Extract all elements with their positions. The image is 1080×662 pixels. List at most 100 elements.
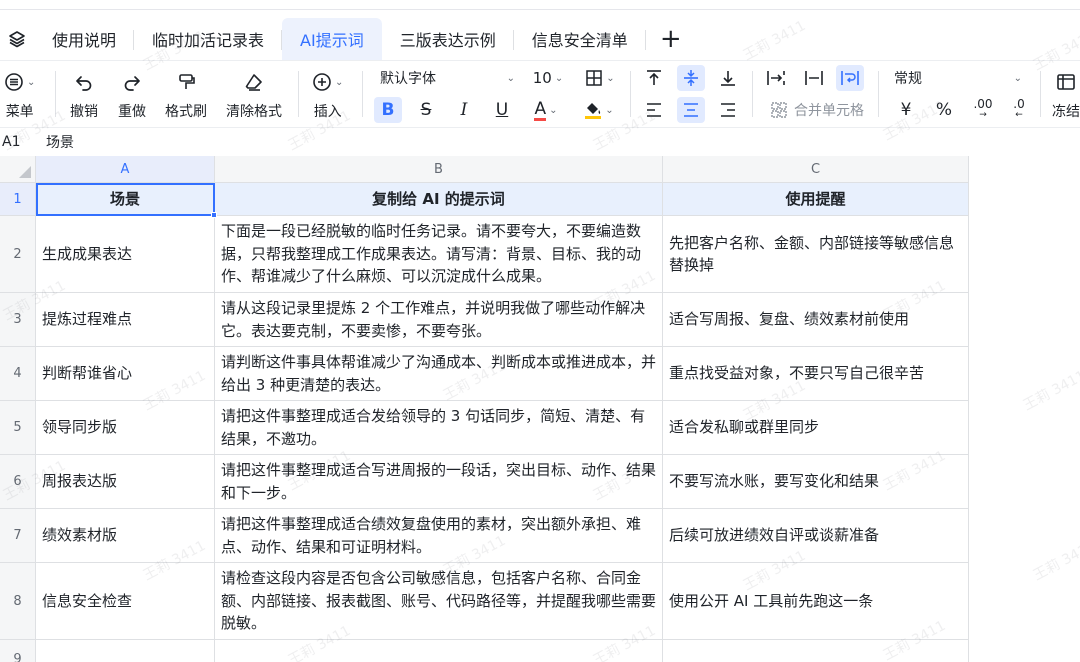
font-color-button[interactable]: A ⌄ xyxy=(526,97,566,123)
reminder-cell[interactable]: 使用公开 AI 工具前先跑这一条 xyxy=(663,563,969,640)
merge-cells-icon xyxy=(771,102,787,118)
row-header[interactable]: 2 xyxy=(0,216,36,293)
text-wrap-button[interactable] xyxy=(836,65,864,91)
header-cell[interactable]: 场景 xyxy=(36,183,215,216)
row-header[interactable]: 6 xyxy=(0,455,36,509)
text-overflow-button[interactable] xyxy=(764,65,788,91)
reminder-cell[interactable]: 先把客户名称、金额、内部链接等敏感信息替换掉 xyxy=(663,216,969,293)
scenario-cell[interactable]: 领导同步版 xyxy=(36,401,215,455)
column-header-a[interactable]: A xyxy=(36,156,215,183)
prompt-cell[interactable]: 请把这件事整理成适合绩效复盘使用的素材，突出额外承担、难点、动作、结果和可证明材… xyxy=(215,509,663,563)
chevron-down-icon: ⌄ xyxy=(335,76,344,88)
align-left-button[interactable] xyxy=(642,97,666,123)
align-top-button[interactable] xyxy=(642,65,666,91)
reminder-cell[interactable]: 后续可放进绩效自评或谈薪准备 xyxy=(663,509,969,563)
menu-label: 菜单 xyxy=(5,104,34,120)
bold-button[interactable]: B xyxy=(374,97,402,123)
prompt-cell[interactable]: 请把这件事整理成适合发给领导的 3 句话同步，简短、清楚、有结果，不邀功。 xyxy=(215,401,663,455)
add-sheet-button[interactable]: + xyxy=(646,18,696,60)
clear-format-label: 清除格式 xyxy=(226,104,282,120)
row-header[interactable]: 5 xyxy=(0,401,36,455)
freeze-button[interactable]: 冻结 xyxy=(1052,69,1080,121)
strikethrough-button[interactable]: S xyxy=(412,97,440,123)
text-overflow-icon xyxy=(767,71,785,85)
border-grid-icon xyxy=(586,70,603,86)
decrease-decimal-button[interactable]: .0 ← xyxy=(1006,97,1032,123)
reminder-cell[interactable]: 适合写周报、复盘、绩效素材前使用 xyxy=(663,293,969,347)
text-clip-button[interactable] xyxy=(802,65,826,91)
clear-format-button[interactable]: 清除格式 xyxy=(226,69,282,121)
scenario-cell[interactable] xyxy=(36,640,215,662)
font-size-select[interactable]: 10 ⌄ xyxy=(528,65,568,91)
reminder-cell[interactable]: 不要写流水账，要写变化和结果 xyxy=(663,455,969,509)
freeze-label: 冻结 xyxy=(1052,104,1080,120)
fill-handle[interactable] xyxy=(211,212,217,218)
select-all-corner[interactable] xyxy=(0,156,36,183)
prompt-cell[interactable]: 请从这段记录里提炼 2 个工作难点，并说明我做了哪些动作解决它。表达要克制，不要… xyxy=(215,293,663,347)
chevron-down-icon: ⌄ xyxy=(27,76,36,88)
row-header[interactable]: 9 xyxy=(0,640,36,662)
align-bottom-button[interactable] xyxy=(716,65,740,91)
scenario-cell[interactable]: 信息安全检查 xyxy=(36,563,215,640)
prompt-cell[interactable]: 请检查这段内容是否包含公司敏感信息，包括客户名称、合同金额、内部链接、报表截图、… xyxy=(215,563,663,640)
cell-reference-box[interactable]: A1 xyxy=(0,134,36,150)
freeze-pane-icon xyxy=(1057,74,1075,90)
header-cell[interactable]: 使用提醒 xyxy=(663,183,969,216)
row-header[interactable]: 3 xyxy=(0,293,36,347)
reminder-cell[interactable] xyxy=(663,640,969,662)
row-header[interactable]: 8 xyxy=(0,563,36,640)
row-header[interactable]: 7 xyxy=(0,509,36,563)
align-center-button[interactable] xyxy=(677,97,705,123)
scenario-cell[interactable]: 判断帮谁省心 xyxy=(36,347,215,401)
sheet-list-button[interactable] xyxy=(0,18,34,60)
tab-ai-prompts[interactable]: AI提示词 xyxy=(282,18,382,60)
reminder-cell[interactable]: 适合发私聊或群里同步 xyxy=(663,401,969,455)
tab-label: AI提示词 xyxy=(300,31,364,50)
currency-button[interactable]: ¥ xyxy=(894,97,918,123)
align-middle-button[interactable] xyxy=(677,65,705,91)
prompt-cell[interactable]: 请把这件事整理成适合写进周报的一段话，突出目标、动作、结果和下一步。 xyxy=(215,455,663,509)
font-family-select[interactable]: 默认字体 ⌄ xyxy=(380,65,515,91)
reminder-cell[interactable]: 重点找受益对象，不要只写自己很辛苦 xyxy=(663,347,969,401)
tab-three-versions[interactable]: 三版表达示例 xyxy=(382,18,514,60)
merge-cells-label: 合并单元格 xyxy=(794,103,864,119)
increase-decimal-button[interactable]: .00 → xyxy=(968,97,998,123)
row-header[interactable]: 4 xyxy=(0,347,36,401)
header-cell[interactable]: 复制给 AI 的提示词 xyxy=(215,183,663,216)
prompt-cell[interactable] xyxy=(215,640,663,662)
undo-button[interactable]: 撤销 xyxy=(70,69,98,121)
italic-button[interactable]: I xyxy=(450,97,478,123)
underline-button[interactable]: U xyxy=(488,97,516,123)
tab-label: 信息安全清单 xyxy=(531,31,628,50)
chevron-down-icon: ⌄ xyxy=(606,72,615,84)
column-header-c[interactable]: C xyxy=(663,156,969,183)
scenario-cell[interactable]: 绩效素材版 xyxy=(36,509,215,563)
prompt-cell[interactable]: 请判断这件事具体帮谁减少了沟通成本、判断成本或推进成本，并给出 3 种更清楚的表… xyxy=(215,347,663,401)
formula-input[interactable]: 场景 xyxy=(36,132,74,152)
tab-security-list[interactable]: 信息安全清单 xyxy=(514,18,646,60)
redo-button[interactable]: 重做 xyxy=(118,69,146,121)
align-right-button[interactable] xyxy=(716,97,740,123)
scenario-cell[interactable]: 提炼过程难点 xyxy=(36,293,215,347)
grid-empty-area xyxy=(969,156,1080,662)
merge-cells-button[interactable]: 合并单元格 xyxy=(766,97,868,123)
column-header-b[interactable]: B xyxy=(215,156,663,183)
insert-button[interactable]: ⌄ 插入 xyxy=(312,69,343,121)
menu-button[interactable]: ⌄ 菜单 xyxy=(4,69,35,121)
chevron-down-icon: ⌄ xyxy=(554,72,564,84)
align-left-icon xyxy=(647,103,661,117)
tab-label: 临时加活记录表 xyxy=(152,31,265,50)
number-format-select[interactable]: 常规 ⌄ xyxy=(894,65,1022,91)
fill-color-button[interactable]: ⌄ xyxy=(578,97,620,123)
undo-icon xyxy=(76,76,92,91)
prompt-cell[interactable]: 下面是一段已经脱敏的临时任务记录。请不要夸大，不要编造数据，只帮我整理成工作成果… xyxy=(215,216,663,293)
tab-usage[interactable]: 使用说明 xyxy=(34,18,135,60)
scenario-cell[interactable]: 生成成果表达 xyxy=(36,216,215,293)
row-header[interactable]: 1 xyxy=(0,183,36,216)
borders-button[interactable]: ⌄ xyxy=(580,65,620,91)
percent-button[interactable]: % xyxy=(932,97,956,123)
format-painter-button[interactable]: 格式刷 xyxy=(165,69,207,121)
tab-overtime-log[interactable]: 临时加活记录表 xyxy=(134,18,283,60)
scenario-cell[interactable]: 周报表达版 xyxy=(36,455,215,509)
toolbar-divider xyxy=(298,71,299,117)
